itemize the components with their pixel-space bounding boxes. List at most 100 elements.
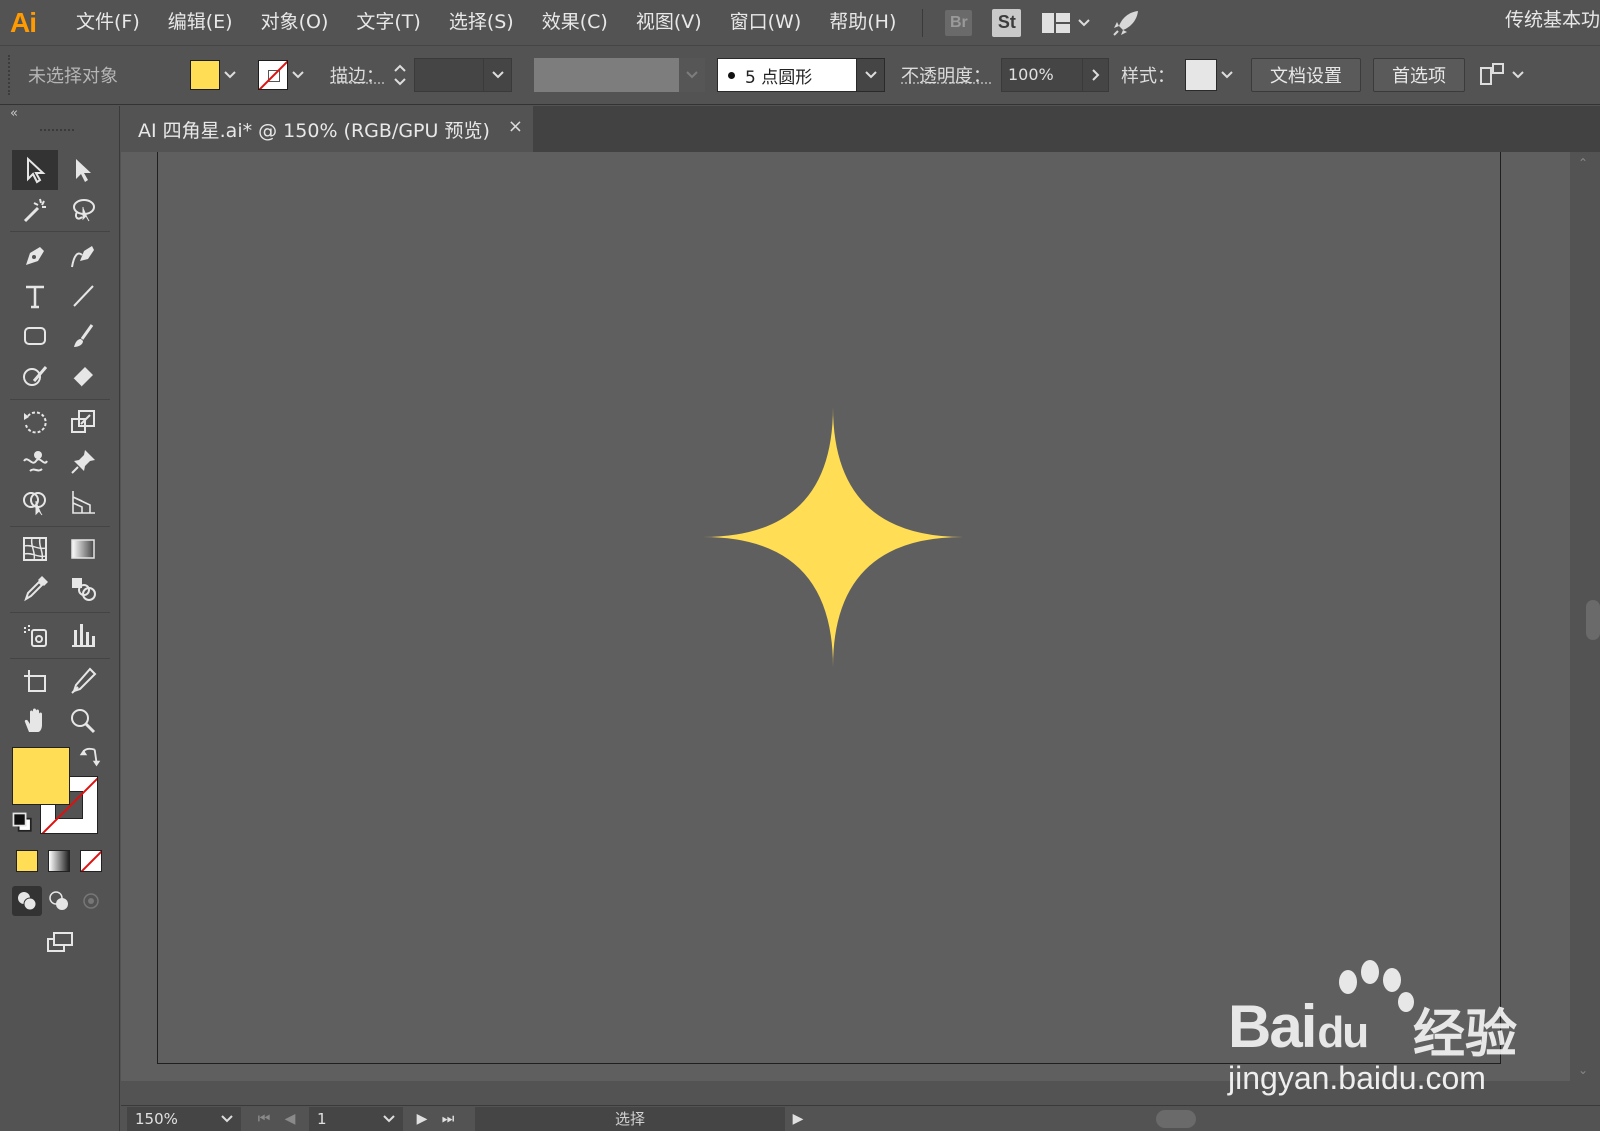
rectangle-tool[interactable] <box>12 316 58 356</box>
draw-normal-button[interactable] <box>12 886 42 916</box>
bridge-button[interactable]: Br <box>945 0 973 45</box>
mesh-tool[interactable] <box>12 529 58 569</box>
menu-help[interactable]: 帮助(H) <box>815 0 910 45</box>
puppet-warp-tool[interactable] <box>60 442 106 482</box>
selection-tool[interactable] <box>12 150 58 190</box>
panel-grip[interactable] <box>8 55 16 95</box>
lasso-tool[interactable] <box>60 190 106 230</box>
paintbrush-tool[interactable] <box>60 316 106 356</box>
scroll-down-icon[interactable]: ⌄ <box>1578 1063 1588 1077</box>
shape-builder-tool[interactable] <box>12 482 58 522</box>
eyedropper-tool[interactable] <box>12 569 58 609</box>
hand-tool[interactable] <box>12 701 58 741</box>
panel-grip[interactable] <box>40 129 74 135</box>
arrange-documents-button[interactable] <box>1041 0 1091 45</box>
menu-window[interactable]: 窗口(W) <box>716 0 816 45</box>
stroke-dropdown[interactable] <box>288 60 308 90</box>
last-artboard-button[interactable]: ⏭ <box>435 1111 461 1127</box>
variable-width-profile[interactable] <box>534 58 679 92</box>
menu-object[interactable]: 对象(O) <box>247 0 343 45</box>
menu-edit[interactable]: 编辑(E) <box>154 0 247 45</box>
stroke-weight-input[interactable] <box>414 58 484 92</box>
none-mode-button[interactable] <box>80 850 102 872</box>
zoom-dropdown[interactable] <box>213 1106 241 1131</box>
artboard-dropdown[interactable] <box>375 1106 403 1131</box>
scale-tool[interactable] <box>60 402 106 442</box>
stroke-color-swatch[interactable] <box>258 60 288 90</box>
stroke-weight-spinner[interactable] <box>390 58 410 92</box>
perspective-grid-tool[interactable] <box>60 482 106 522</box>
first-artboard-button[interactable]: ⏮ <box>251 1111 277 1127</box>
graphic-style-dropdown[interactable] <box>1217 60 1237 90</box>
workspace-switcher[interactable]: 传统基本功 <box>1505 0 1600 45</box>
direct-selection-tool[interactable] <box>60 150 106 190</box>
gpu-performance-button[interactable] <box>1111 0 1141 45</box>
close-tab-button[interactable]: × <box>508 116 523 137</box>
artboard-tool[interactable] <box>12 661 58 701</box>
variable-width-dropdown[interactable] <box>679 58 705 92</box>
magic-wand-tool[interactable] <box>12 190 58 230</box>
menu-type[interactable]: 文字(T) <box>342 0 434 45</box>
arrange-panel-button[interactable] <box>1479 53 1525 98</box>
collapse-panel-icon[interactable]: « <box>10 106 18 121</box>
opacity-slider-button[interactable] <box>1083 58 1109 92</box>
draw-inside-button[interactable] <box>76 886 106 916</box>
pen-tool[interactable] <box>12 236 58 276</box>
scroll-up-icon[interactable]: ⌃ <box>1578 156 1588 170</box>
default-fill-stroke-button[interactable] <box>10 810 36 836</box>
stroke-label[interactable]: 描边： <box>330 62 384 88</box>
zoom-level-input[interactable]: 150% <box>127 1106 213 1131</box>
shaper-tool[interactable] <box>12 356 58 396</box>
previous-artboard-button[interactable]: ◀ <box>277 1111 303 1127</box>
fill-color-box[interactable] <box>12 747 70 805</box>
menu-effect[interactable]: 效果(C) <box>528 0 622 45</box>
chevron-right-icon <box>1091 69 1099 81</box>
slice-tool[interactable] <box>60 661 106 701</box>
opacity-label[interactable]: 不透明度： <box>901 62 991 88</box>
menu-file[interactable]: 文件(F) <box>62 0 154 45</box>
graphic-style-swatch[interactable] <box>1185 59 1217 91</box>
artboard[interactable] <box>157 152 1501 1064</box>
warp-tool[interactable] <box>12 442 58 482</box>
symbol-sprayer-tool[interactable] <box>12 615 58 655</box>
curvature-tool[interactable] <box>60 236 106 276</box>
stroke-weight-dropdown[interactable] <box>484 58 512 92</box>
control-bar: 未选择对象 描边： 5 点圆形 不透明度： 100% 样式： 文档设置 首选项 <box>0 45 1600 105</box>
document-tab[interactable]: AI 四角星.ai* @ 150% (RGB/GPU 预览) × <box>121 106 533 152</box>
gradient-tool[interactable] <box>60 529 106 569</box>
draw-behind-button[interactable] <box>44 886 74 916</box>
document-setup-button[interactable]: 文档设置 <box>1251 58 1361 92</box>
horizontal-scroll-thumb[interactable] <box>1156 1109 1196 1128</box>
stock-button[interactable]: St <box>992 0 1022 45</box>
blend-tool[interactable] <box>60 569 106 609</box>
brush-definition-dropdown[interactable] <box>857 58 885 92</box>
preferences-button[interactable]: 首选项 <box>1373 58 1465 92</box>
column-graph-tool[interactable] <box>60 615 106 655</box>
eraser-tool[interactable] <box>60 356 106 396</box>
vertical-scroll-thumb[interactable] <box>1586 600 1600 640</box>
screen-mode-button[interactable] <box>36 922 82 962</box>
zoom-tool[interactable] <box>60 701 106 741</box>
menu-view[interactable]: 视图(V) <box>622 0 716 45</box>
menu-select[interactable]: 选择(S) <box>435 0 528 45</box>
horizontal-scrollbar[interactable] <box>811 1107 1600 1131</box>
swap-fill-stroke-button[interactable] <box>76 744 104 772</box>
fill-dropdown[interactable] <box>220 60 240 90</box>
line-segment-tool[interactable] <box>60 276 106 316</box>
gradient-mode-button[interactable] <box>48 850 70 872</box>
artboard-number-input[interactable]: 1 <box>309 1106 375 1131</box>
toolbar-divider <box>10 231 110 232</box>
type-tool[interactable] <box>12 276 58 316</box>
fill-color-swatch[interactable] <box>190 60 220 90</box>
opacity-input[interactable]: 100% <box>1001 58 1083 92</box>
brush-definition-field[interactable]: 5 点圆形 <box>717 58 857 92</box>
rotate-tool[interactable] <box>12 402 58 442</box>
canvas[interactable]: ⌃ ⌄ <box>121 152 1600 1081</box>
status-text: 选择 <box>475 1106 785 1131</box>
vertical-scrollbar[interactable]: ⌃ ⌄ <box>1570 152 1600 1081</box>
up-down-arrows-icon <box>394 64 406 86</box>
four-point-star-shape[interactable] <box>703 407 963 667</box>
status-menu-button[interactable]: ▶ <box>785 1111 811 1127</box>
next-artboard-button[interactable]: ▶ <box>409 1111 435 1127</box>
color-mode-button[interactable] <box>16 850 38 872</box>
